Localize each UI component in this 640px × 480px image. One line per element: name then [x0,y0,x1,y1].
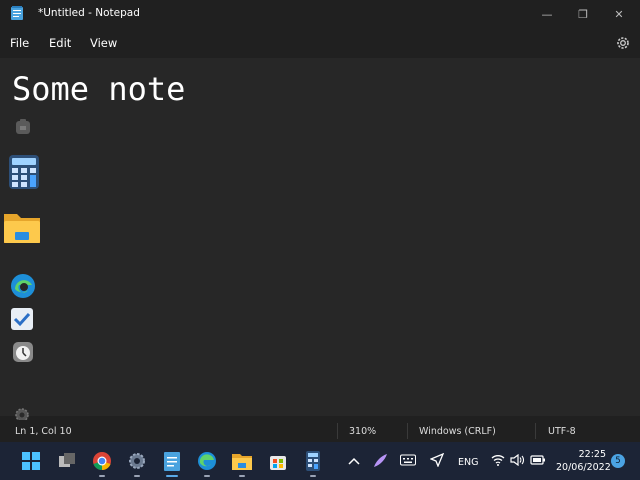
start-button[interactable] [18,448,44,474]
running-indicator [239,475,245,477]
settings-icon [129,453,145,469]
taskbar-file-explorer[interactable] [229,448,255,477]
minimize-button[interactable]: — [530,0,564,28]
start-icon [22,452,40,470]
chevron-up-icon[interactable] [348,456,360,466]
menu-bar: File Edit View [0,28,640,58]
folder-icon[interactable] [3,210,41,244]
running-indicator [204,475,210,477]
editor-content[interactable]: Some note [12,70,185,108]
keyboard-icon[interactable] [400,454,416,466]
cursor-position: Ln 1, Col 10 [15,426,72,437]
taskbar-notepad[interactable] [159,448,185,477]
taskbar-calculator[interactable] [300,448,326,477]
menu-file[interactable]: File [10,36,29,50]
separator [337,423,338,439]
notification-count: 5 [615,456,621,466]
taskbar-edge[interactable] [194,448,220,477]
chrome-icon [93,452,111,470]
running-indicator [310,475,316,477]
minimize-icon: — [541,7,553,21]
pen-icon[interactable] [372,453,388,469]
app-icon[interactable] [14,118,32,136]
edge-icon [198,452,216,470]
separator [535,423,536,439]
task-view-button[interactable] [54,448,80,474]
notepad-app-icon [11,6,23,20]
file-explorer-icon [232,454,252,470]
calculator-icon [306,451,320,471]
maximize-button[interactable]: ❐ [566,0,600,28]
taskbar-settings[interactable] [124,448,150,477]
menu-edit[interactable]: Edit [49,36,71,50]
encoding[interactable]: UTF-8 [548,426,576,437]
taskbar: ENG 22:25 20/06/2022 5 [0,442,640,480]
running-indicator [99,475,105,477]
notification-badge[interactable]: 5 [611,454,625,468]
clock-date[interactable]: 20/06/2022 [556,462,611,473]
status-bar: Ln 1, Col 10 310% Windows (CRLF) UTF-8 [0,420,640,442]
wifi-icon[interactable] [491,454,505,466]
close-icon: ✕ [614,7,624,21]
separator [407,423,408,439]
location-arrow-icon[interactable] [430,453,444,467]
clock-time[interactable]: 22:25 [577,449,606,460]
title-bar: *Untitled - Notepad — ❐ ✕ [0,0,640,28]
battery-icon[interactable] [529,454,545,466]
active-indicator [166,475,178,477]
taskbar-store[interactable] [265,448,291,474]
taskbar-chrome[interactable] [89,448,115,477]
running-indicator [134,475,140,477]
store-icon [270,456,286,470]
language-indicator[interactable]: ENG [458,457,478,468]
text-editor[interactable]: Some note [0,58,640,416]
notepad-icon [164,452,180,471]
maximize-icon: ❐ [578,7,588,21]
close-button[interactable]: ✕ [602,0,636,28]
task-view-icon [59,453,75,467]
calculator-icon[interactable] [8,154,40,190]
settings-gear-icon[interactable] [614,34,632,52]
volume-icon[interactable] [510,454,524,466]
checkbox-app-icon[interactable] [10,307,34,331]
zoom-level: 310% [349,426,377,437]
clock-icon[interactable] [12,341,34,363]
edge-icon[interactable] [10,273,36,299]
line-ending[interactable]: Windows (CRLF) [419,426,496,437]
menu-view[interactable]: View [90,36,117,50]
window-title: *Untitled - Notepad [38,7,140,19]
